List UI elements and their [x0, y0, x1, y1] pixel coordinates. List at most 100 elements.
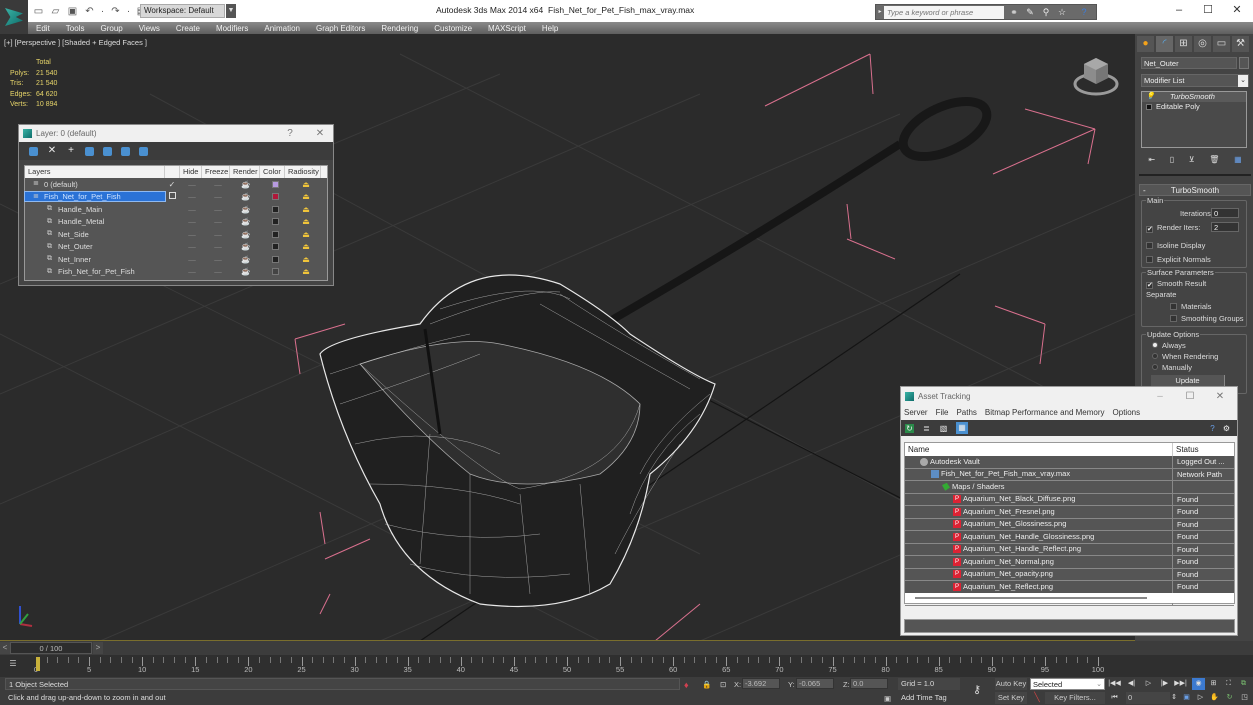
stack-item-editable-poly[interactable]: Editable Poly	[1142, 102, 1246, 112]
orbit-icon[interactable]: ↻	[1223, 692, 1236, 704]
freeze-toggle[interactable]: —	[205, 242, 231, 251]
app-menu-button[interactable]	[0, 0, 28, 34]
viewport-label-menu[interactable]: [+] [Perspective ] [Shaded + Edged Faces…	[4, 38, 147, 47]
modifier-list-dropdown[interactable]: Modifier List ⌄	[1141, 74, 1249, 87]
subscription-icon[interactable]: ✎	[1024, 6, 1036, 19]
render-teapot-icon[interactable]: ☕	[231, 192, 261, 201]
close-button[interactable]: ✕	[1222, 2, 1252, 18]
viewcube-icon[interactable]	[1072, 54, 1120, 98]
z-coordinate-field[interactable]: 0.0	[850, 678, 888, 689]
active-layer-toggle[interactable]: ✓	[165, 180, 179, 189]
menu-server[interactable]: Server	[904, 406, 928, 420]
set-key-button[interactable]: Set Key	[995, 692, 1027, 704]
new-file-icon[interactable]: ▭	[32, 5, 45, 18]
asset-row[interactable]: Fish_Net_for_Pet_Fish_max_vray.max Networ…	[905, 468, 1234, 481]
select-objects-icon[interactable]	[85, 146, 94, 156]
asset-row[interactable]: P Aquarium_Net_Fresnel.png Found	[905, 506, 1234, 519]
display-tab-icon[interactable]: ▭	[1213, 36, 1230, 52]
field-of-view-icon[interactable]: ▷	[1194, 692, 1207, 704]
go-to-end-icon[interactable]: ▶▶|	[1174, 678, 1187, 690]
zoom-extents-all-selected-icon[interactable]: ⧉	[1237, 678, 1250, 690]
menu-paths[interactable]: Paths	[956, 406, 976, 420]
make-unique-icon[interactable]: ⊻	[1189, 155, 1195, 164]
create-layer-icon[interactable]	[29, 146, 38, 156]
frame-ruler[interactable]: 0510152025303540455055606570758085909510…	[34, 655, 1104, 677]
time-slider-thumb[interactable]: 0 / 100	[10, 642, 92, 654]
current-frame-marker[interactable]	[36, 657, 40, 671]
lightbulb-icon[interactable]: 💡	[1146, 92, 1155, 102]
configure-modifier-sets-icon[interactable]: ▦	[1234, 155, 1242, 164]
next-frame-icon[interactable]: |▶	[1158, 678, 1171, 690]
layer-name[interactable]: ≣ 0 (default)	[25, 180, 165, 189]
radiosity-light-icon[interactable]: ⏏	[289, 267, 323, 276]
asset-row[interactable]: P Aquarium_Net_Normal.png Found	[905, 556, 1234, 569]
layer-color-swatch[interactable]	[261, 193, 289, 201]
undo-icon[interactable]: ↶	[83, 5, 96, 18]
layer-row[interactable]: ⧉ Net_Outer — — ☕ ⏏	[25, 241, 327, 254]
render-iters-spinner[interactable]: 2	[1211, 222, 1239, 232]
turbosmooth-rollout-header[interactable]: - TurboSmooth	[1139, 184, 1251, 196]
layer-color-swatch[interactable]	[261, 205, 289, 213]
render-teapot-icon[interactable]: ☕	[231, 230, 261, 239]
table-view-icon[interactable]: ▦	[956, 422, 968, 434]
radiosity-light-icon[interactable]: ⏏	[289, 242, 323, 251]
remove-modifier-icon[interactable]: 🗑	[1209, 155, 1219, 164]
help-icon[interactable]: ?	[1208, 424, 1217, 433]
close-button[interactable]: ✕	[313, 125, 327, 142]
x-coordinate-field[interactable]: -3.692	[742, 678, 780, 689]
help-button[interactable]: ?	[283, 125, 297, 142]
menu-file[interactable]: File	[936, 406, 949, 420]
pan-view-icon[interactable]: ✋	[1208, 692, 1221, 704]
render-iters-checkbox[interactable]: ✔ Render Iters:	[1146, 223, 1200, 233]
key-mode-toggle-icon[interactable]: ⏮	[1108, 692, 1121, 704]
hide-toggle[interactable]: —	[179, 255, 205, 264]
set-key-mode-icon[interactable]: ⚷	[966, 683, 988, 697]
zoom-extents-all-icon[interactable]: ⛶	[1222, 678, 1235, 690]
col-hide[interactable]: Hide	[180, 166, 202, 178]
refresh-icon[interactable]: ↻	[905, 423, 914, 433]
asset-row[interactable]: Autodesk Vault Logged Out ...	[905, 456, 1234, 469]
redo-dropdown-icon[interactable]: ·	[126, 5, 131, 18]
isoline-display-checkbox[interactable]: Isoline Display	[1146, 241, 1205, 250]
asset-dialog-titlebar[interactable]: Asset Tracking – ☐ ✕	[901, 387, 1237, 406]
time-configuration-icon[interactable]: ▣	[1180, 692, 1193, 704]
layer-name[interactable]: ⧉ Net_Outer	[25, 242, 165, 251]
render-teapot-icon[interactable]: ☕	[231, 255, 261, 264]
render-teapot-icon[interactable]: ☕	[231, 217, 261, 226]
key-filters-button[interactable]: Key Filters...	[1045, 692, 1105, 704]
search-input[interactable]	[884, 6, 1004, 19]
asset-row[interactable]: P Aquarium_Net_Reflect.png Found	[905, 581, 1234, 594]
menu-bitmap-performance[interactable]: Bitmap Performance and Memory	[985, 406, 1105, 420]
explicit-normals-checkbox[interactable]: Explicit Normals	[1146, 255, 1211, 264]
menu-graph-editors[interactable]: Graph Editors	[308, 24, 373, 33]
play-icon[interactable]: ▷	[1142, 678, 1155, 690]
menu-maxscript[interactable]: MAXScript	[480, 24, 534, 33]
layer-name[interactable]: ⧉ Net_Inner	[25, 255, 165, 264]
layer-name[interactable]: ≣ Fish_Net_for_Pet_Fish	[24, 191, 166, 203]
undo-dropdown-icon[interactable]: ·	[100, 5, 105, 18]
maximize-button[interactable]: ☐	[1183, 387, 1197, 406]
freeze-toggle[interactable]: —	[205, 267, 231, 276]
menu-customize[interactable]: Customize	[426, 24, 480, 33]
hide-toggle[interactable]: —	[179, 230, 205, 239]
layer-row[interactable]: ⧉ Fish_Net_for_Pet_Fish — — ☕ ⏏	[25, 266, 327, 279]
vault-settings-icon[interactable]: ⚙	[1222, 424, 1231, 433]
zoom-extents-selected-icon[interactable]: ◉	[1192, 678, 1205, 690]
horizontal-scrollbar[interactable]	[905, 593, 1234, 603]
menu-rendering[interactable]: Rendering	[373, 24, 426, 33]
selection-lock-icon[interactable]: 🔒	[702, 680, 711, 689]
freeze-toggle[interactable]: —	[205, 192, 231, 201]
expand-arrow-icon[interactable]: ▸	[876, 6, 884, 19]
previous-frame-icon[interactable]: ◀|	[1125, 678, 1138, 690]
save-icon[interactable]: ▣	[66, 5, 79, 18]
menu-views[interactable]: Views	[131, 24, 168, 33]
workspace-dropdown[interactable]: Workspace: Default	[140, 4, 225, 18]
freeze-toggle[interactable]: —	[205, 255, 231, 264]
time-tag-icon[interactable]: ▣	[884, 694, 891, 703]
maximize-button[interactable]: ☐	[1193, 2, 1223, 18]
close-button[interactable]: ✕	[1213, 387, 1227, 406]
radiosity-light-icon[interactable]: ⏏	[289, 180, 323, 189]
layer-row[interactable]: ≣ 0 (default) ✓ — — ☕ ⏏	[25, 178, 327, 191]
maximize-viewport-icon[interactable]: ⊞	[1207, 678, 1220, 690]
menu-group[interactable]: Group	[92, 24, 130, 33]
